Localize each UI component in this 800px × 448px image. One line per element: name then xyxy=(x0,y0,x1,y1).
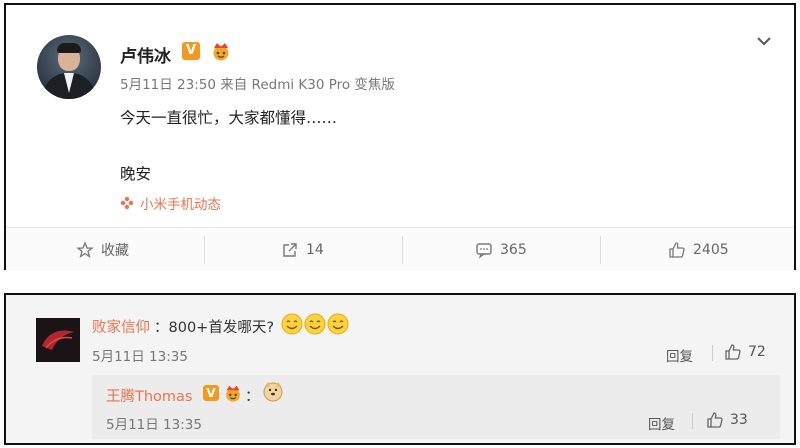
rog-logo-icon xyxy=(36,318,80,362)
reply-reply-button[interactable]: 回复 xyxy=(648,413,675,433)
verified-v-icon: V xyxy=(203,385,219,401)
post-meta: 5月11日 23:50 来自 Redmi K30 Pro 变焦版 xyxy=(120,77,395,93)
smile-emoji-icon xyxy=(281,313,303,335)
comment-like-count: 72 xyxy=(748,344,766,360)
reply-time: 5月11日 13:35 xyxy=(106,417,202,433)
repost-count: 14 xyxy=(306,241,324,258)
comment-button[interactable]: 365 xyxy=(475,228,527,271)
reply-like-button[interactable]: 33 xyxy=(706,411,748,429)
smile-emoji-icon xyxy=(327,313,349,335)
verified-v-icon: V xyxy=(182,42,200,60)
weibo-post-card: 卢伟冰 V 5月11日 23:50 来自 Redmi K30 Pro 变焦版 今… xyxy=(4,3,796,271)
reply-action-divider xyxy=(692,413,693,429)
action-divider xyxy=(204,236,205,264)
star-icon xyxy=(76,240,94,258)
thumbs-up-icon xyxy=(707,412,723,428)
action-divider xyxy=(600,236,601,264)
comment-icon xyxy=(476,242,492,259)
doge-emoji-icon xyxy=(263,382,283,402)
author-name[interactable]: 卢伟冰 xyxy=(120,42,171,67)
like-count: 2405 xyxy=(693,241,729,258)
comment-time: 5月11日 13:35 xyxy=(92,349,188,365)
action-divider xyxy=(402,236,403,264)
thumbs-up-icon xyxy=(725,344,741,360)
source-flower-icon xyxy=(120,196,134,210)
commenter-avatar[interactable] xyxy=(36,318,80,362)
avatar-hair-shape xyxy=(57,43,81,53)
comment-section: 败家信仰 ：800+首发哪天? 5月11日 13:35 回复 72 王腾Thom… xyxy=(4,293,796,445)
author-avatar[interactable] xyxy=(37,35,101,99)
source-label: 小米手机动态 xyxy=(140,197,221,213)
post-text-line1: 今天一直很忙，大家都懂得…… xyxy=(120,109,338,127)
post-text-line2: 晚安 xyxy=(120,165,152,183)
comment-reply-button[interactable]: 回复 xyxy=(666,345,693,365)
post-action-bar: 收藏 14 365 2405 xyxy=(6,227,794,271)
commenter-name[interactable]: 败家信仰 xyxy=(92,316,150,337)
comment-emojis xyxy=(281,313,349,335)
share-icon xyxy=(283,242,297,257)
repost-button[interactable]: 14 xyxy=(281,228,324,271)
like-button[interactable]: 2405 xyxy=(668,228,729,271)
comment-text: ：800+首发哪天? xyxy=(154,320,275,336)
thumbs-up-icon xyxy=(669,241,685,258)
comment-action-divider xyxy=(712,345,713,361)
reply-colon: ： xyxy=(245,389,260,405)
reply-author-name[interactable]: 王腾Thomas xyxy=(106,385,192,406)
post-source-link[interactable]: 小米手机动态 xyxy=(120,193,221,213)
reply-like-count: 33 xyxy=(730,412,748,428)
crown-badge-icon xyxy=(226,385,240,402)
comment-count: 365 xyxy=(500,241,527,258)
comment-like-button[interactable]: 72 xyxy=(724,343,766,361)
nested-reply: 王腾Thomas V ： 5月11日 13:35 回复 33 xyxy=(92,375,780,439)
favorite-label: 收藏 xyxy=(101,242,129,259)
favorite-button[interactable]: 收藏 xyxy=(76,228,129,271)
crown-badge-icon xyxy=(213,43,229,61)
chevron-down-icon[interactable] xyxy=(754,31,774,51)
smile-emoji-icon xyxy=(304,313,326,335)
